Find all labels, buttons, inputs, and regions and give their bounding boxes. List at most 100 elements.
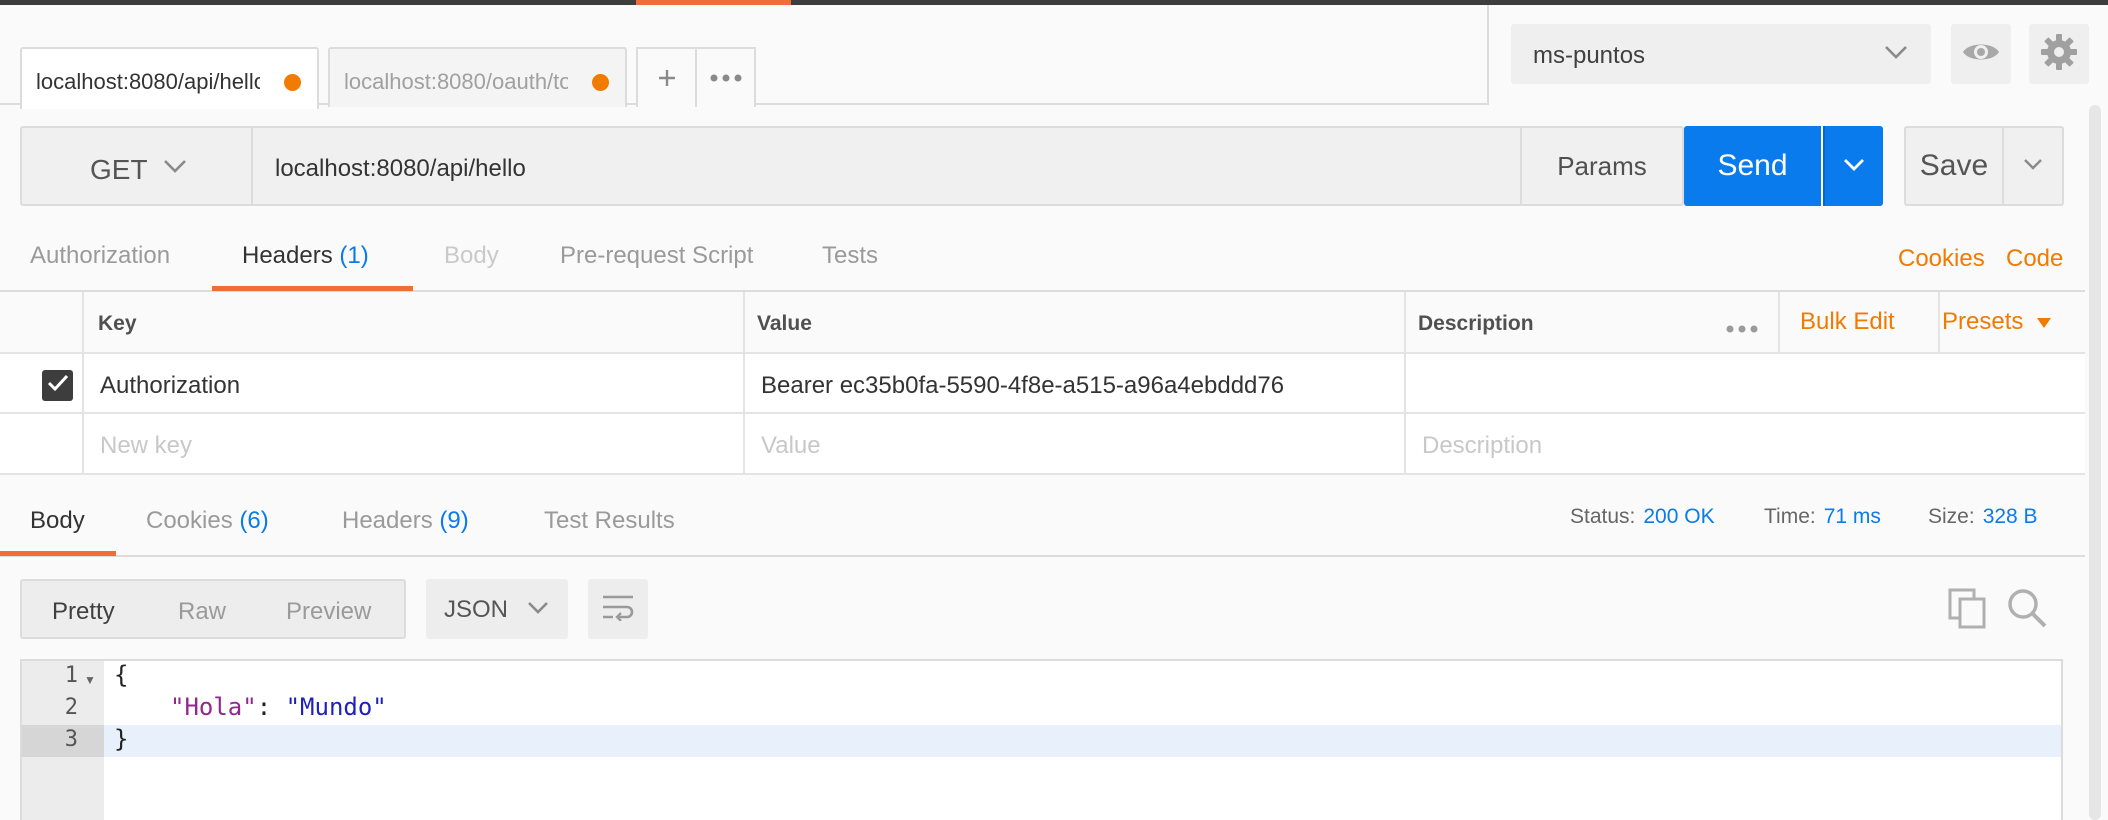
save-button[interactable]: Save [1904,126,2004,206]
tab-response-body[interactable]: Body [30,507,85,535]
wrap-icon [601,593,635,626]
method-label: GET [90,154,148,185]
tab-actions [636,47,756,107]
tab-prerequest-script[interactable]: Pre-request Script [560,242,753,270]
line-number: 2 [64,695,78,720]
header-value-cell[interactable]: Bearer ec35b0fa-5590-4f8e-a515-a96a4ebdd… [743,354,1406,412]
tab-authorization[interactable]: Authorization [30,242,170,270]
unsaved-dot-icon [284,74,301,91]
chevron-down-icon [162,152,188,185]
params-button[interactable]: Params [1520,126,1684,206]
tab-headers-count: (1) [339,242,369,269]
size-value[interactable]: 328 B [1983,505,2038,528]
search-icon[interactable] [2006,587,2048,634]
save-options-button[interactable] [2002,126,2064,206]
unsaved-dot-icon [592,74,609,91]
time-label: Time: [1764,505,1816,528]
chevron-down-icon [1883,38,1909,71]
new-description-input[interactable]: Description [1404,414,2085,473]
column-key-label: Key [98,312,137,335]
new-description-placeholder: Description [1422,432,1543,459]
tab-headers-label: Headers [242,242,333,269]
time-badge: Time: 71 ms [1764,505,1881,529]
request-tab-label: localhost:8080/api/hello [36,69,260,94]
table-row: Authorization Bearer ec35b0fa-5590-4f8e-… [0,354,2085,414]
wrap-lines-button[interactable] [588,579,648,639]
scrollbar[interactable] [2089,105,2101,820]
line-number: 1 [64,663,78,688]
column-divider [1938,292,1940,352]
json-key: "Hola" [170,693,257,721]
settings-button[interactable] [2029,24,2089,84]
column-description-label: Description [1418,312,1534,335]
new-key-input[interactable]: New key [82,414,745,473]
plus-icon[interactable] [638,49,695,107]
code-line-1: { [114,661,129,689]
tab-tests[interactable]: Tests [822,242,878,270]
fold-arrow-icon[interactable]: ▼ [84,673,96,687]
time-value[interactable]: 71 ms [1824,505,1881,528]
column-key: Key [82,292,745,352]
active-line-highlight [22,725,2061,757]
copy-icon[interactable] [1948,588,1988,635]
format-selected: JSON [444,596,509,623]
more-icon[interactable] [1726,320,1758,338]
bulk-edit-link[interactable]: Bulk Edit [1800,308,1895,336]
tab-response-headers[interactable]: Headers (9) [342,507,469,535]
method-select[interactable]: GET [20,126,253,206]
environment-bar: ms-puntos [1487,5,2108,105]
header-description-cell[interactable] [1404,354,2085,412]
active-tab-indicator [212,286,413,291]
url-input[interactable]: localhost:8080/api/hello [251,126,1522,206]
code-line-2: "Hola": "Mundo" [170,693,387,721]
headers-table: Key Value Description Bulk Edit Presets … [0,292,2085,475]
format-select[interactable]: JSON [426,579,568,639]
tab-body[interactable]: Body [444,242,499,270]
new-value-placeholder: Value [761,432,821,459]
header-key-cell[interactable]: Authorization [82,354,745,412]
view-mode-pretty[interactable]: Pretty [52,598,115,626]
send-button[interactable]: Send [1684,126,1821,206]
column-divider [1778,292,1780,352]
status-label: Status: [1570,505,1636,528]
view-mode-group: Pretty Raw Preview [20,579,406,639]
new-key-placeholder: New key [100,432,193,459]
size-badge: Size: 328 B [1928,505,2038,529]
request-tab-hello[interactable]: localhost:8080/api/hello [20,47,319,109]
more-icon[interactable] [695,49,754,107]
tab-headers[interactable]: Headers (1) [242,242,369,270]
tab-response-cookies-label: Cookies [146,507,233,534]
environment-selected: ms-puntos [1533,42,1646,69]
send-options-button[interactable] [1823,126,1883,206]
header-value: Bearer ec35b0fa-5590-4f8e-a515-a96a4ebdd… [761,372,1285,399]
code-link[interactable]: Code [2006,245,2063,273]
tab-response-cookies[interactable]: Cookies (6) [146,507,269,535]
tab-response-cookies-count: (6) [239,507,269,534]
status-value[interactable]: 200 OK [1643,505,1714,528]
presets-menu[interactable]: Presets [1942,308,2052,336]
column-value-label: Value [757,312,812,335]
request-tab-label: localhost:8080/oauth/token [344,69,568,94]
view-mode-raw[interactable]: Raw [178,598,226,626]
tab-test-results[interactable]: Test Results [544,507,675,535]
gear-icon [2040,33,2078,76]
view-mode-preview[interactable]: Preview [286,598,371,626]
status-badge: Status: 200 OK [1570,505,1715,529]
environment-quick-look-button[interactable] [1951,24,2011,84]
environment-select[interactable]: ms-puntos [1511,24,1931,84]
new-value-input[interactable]: Value [743,414,1406,473]
request-tab-oauth[interactable]: localhost:8080/oauth/token [328,47,627,107]
chevron-down-icon [1842,152,1866,181]
eye-icon [1961,39,2001,70]
header-enabled-checkbox[interactable] [42,370,73,401]
caret-down-icon [2037,318,2052,328]
tab-response-headers-label: Headers [342,507,433,534]
response-section-tabs: Body Cookies (6) Headers (9) Test Result… [0,475,2085,557]
column-description: Description Bulk Edit Presets [1404,292,2085,352]
code-line-3: } [114,725,129,753]
response-body-editor[interactable]: 1 ▼ 2 3 { "Hola": "Mundo" } [20,659,2063,820]
table-row-new: New key Value Description [0,414,2085,475]
cookies-link[interactable]: Cookies [1898,245,1985,273]
json-colon: : [256,693,286,721]
chevron-down-icon [2022,153,2044,180]
